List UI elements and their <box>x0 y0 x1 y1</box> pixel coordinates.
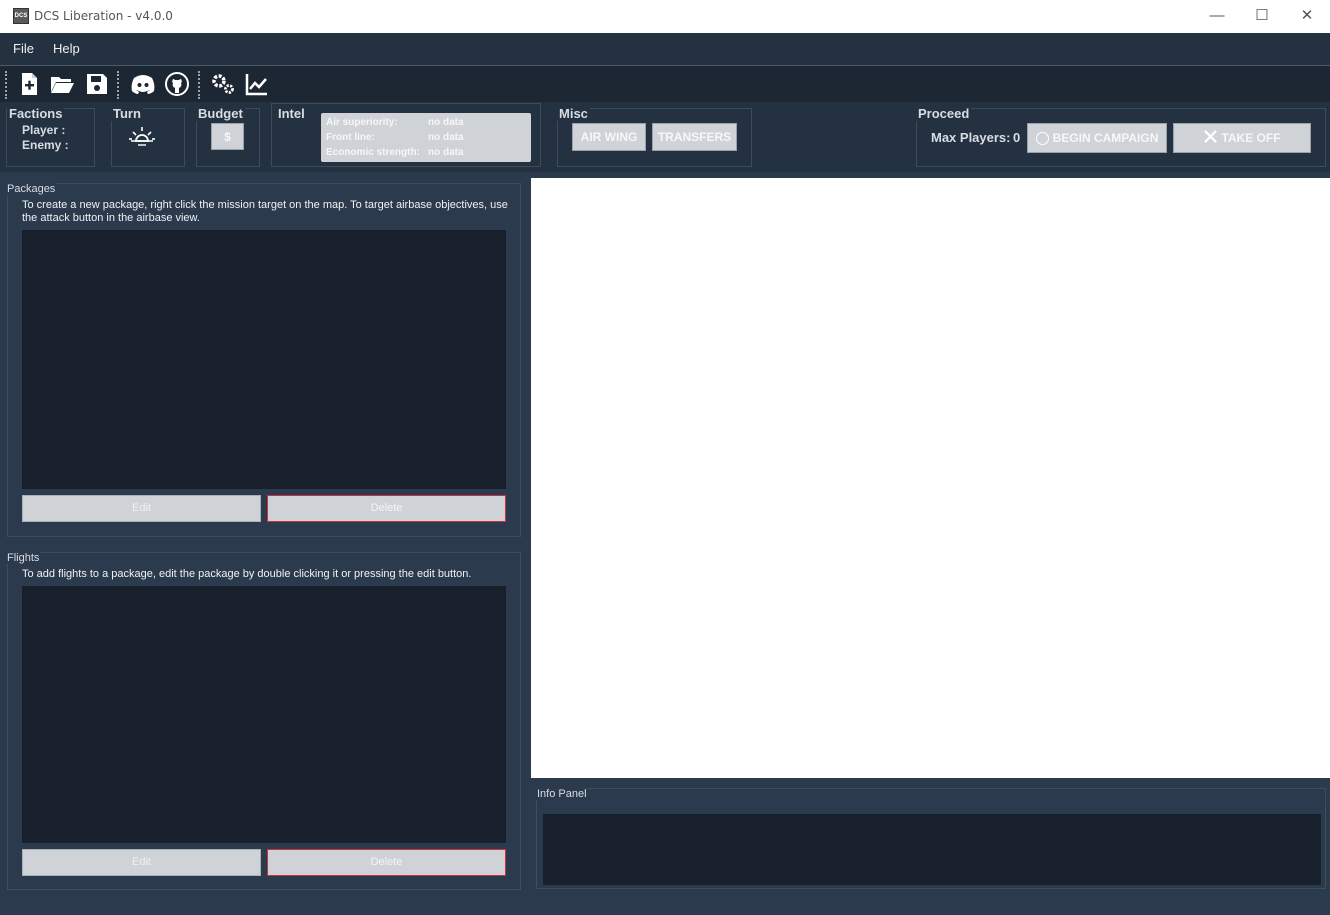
max-players-value: 0 <box>1013 130 1021 145</box>
flights-list[interactable] <box>22 586 506 843</box>
info-panel-title: Info Panel <box>536 788 588 800</box>
budget-button[interactable]: $ <box>211 123 244 150</box>
air-superiority-label: Air superiority: <box>326 117 398 128</box>
packages-hint: To create a new package, right click the… <box>22 199 508 224</box>
flights-hint: To add flights to a package, edit the pa… <box>22 568 472 580</box>
close-button[interactable]: ✕ <box>1284 0 1330 33</box>
player-faction-label: Player : <box>22 123 66 137</box>
economic-strength-value: no data <box>428 147 464 158</box>
misc-title: Misc <box>557 106 590 121</box>
factions-title: Factions <box>7 106 65 121</box>
transfers-button[interactable]: TRANSFERS <box>652 123 737 151</box>
max-players-label: Max Players: <box>931 130 1011 145</box>
menu-bar: File Help <box>0 33 1330 65</box>
proceed-title: Proceed <box>916 106 972 121</box>
minimize-button[interactable]: — <box>1194 0 1240 33</box>
info-panel-content <box>543 814 1321 885</box>
toolbar <box>0 65 1330 102</box>
settings-icon[interactable] <box>209 70 237 98</box>
open-folder-icon[interactable] <box>48 70 76 98</box>
github-icon[interactable] <box>163 70 191 98</box>
enemy-faction-label: Enemy : <box>22 138 69 152</box>
budget-title: Budget <box>196 106 245 121</box>
packages-title: Packages <box>6 183 57 195</box>
flights-delete-button[interactable]: Delete <box>267 849 506 876</box>
packages-list[interactable] <box>22 230 506 489</box>
take-off-label: TAKE OFF <box>1221 131 1281 145</box>
begin-campaign-button[interactable]: BEGIN CAMPAIGN <box>1027 123 1167 153</box>
maximize-button[interactable]: ☐ <box>1239 0 1285 33</box>
air-wing-button[interactable]: AIR WING <box>572 123 646 151</box>
intel-title: Intel <box>276 106 307 121</box>
flights-title: Flights <box>6 552 41 564</box>
packages-edit-button[interactable]: Edit <box>22 495 261 522</box>
app-logo-icon: DCS <box>13 8 29 24</box>
begin-campaign-label: BEGIN CAMPAIGN <box>1052 131 1159 145</box>
intel-summary: Air superiority: no data Front line: no … <box>321 113 531 162</box>
economic-strength-label: Economic strength: <box>326 147 420 158</box>
packages-delete-button[interactable]: Delete <box>267 495 506 522</box>
flights-edit-button[interactable]: Edit <box>22 849 261 876</box>
front-line-label: Front line: <box>326 132 375 143</box>
menu-help[interactable]: Help <box>53 41 80 56</box>
air-superiority-value: no data <box>428 117 464 128</box>
stats-chart-icon[interactable] <box>243 70 271 98</box>
status-strip: Factions Player : Enemy : Turn Budget $ … <box>0 102 1330 172</box>
title-bar: DCS DCS Liberation - v4.0.0 — ☐ ✕ <box>0 0 1330 33</box>
toolbar-grip[interactable] <box>5 71 7 99</box>
toolbar-grip[interactable] <box>117 71 119 99</box>
toolbar-grip[interactable] <box>198 71 200 99</box>
take-off-button[interactable]: TAKE OFF <box>1173 123 1311 153</box>
new-file-icon[interactable] <box>15 70 43 98</box>
turn-title: Turn <box>111 106 143 121</box>
menu-file[interactable]: File <box>13 41 34 56</box>
save-icon[interactable] <box>83 70 111 98</box>
window-title: DCS Liberation - v4.0.0 <box>34 9 173 23</box>
front-line-value: no data <box>428 132 464 143</box>
clock-icon <box>1035 131 1049 145</box>
takeoff-icon <box>1203 129 1218 147</box>
map-view[interactable] <box>531 178 1330 778</box>
discord-icon[interactable] <box>129 70 157 98</box>
info-panel <box>536 788 1326 889</box>
sunrise-icon <box>128 124 156 148</box>
